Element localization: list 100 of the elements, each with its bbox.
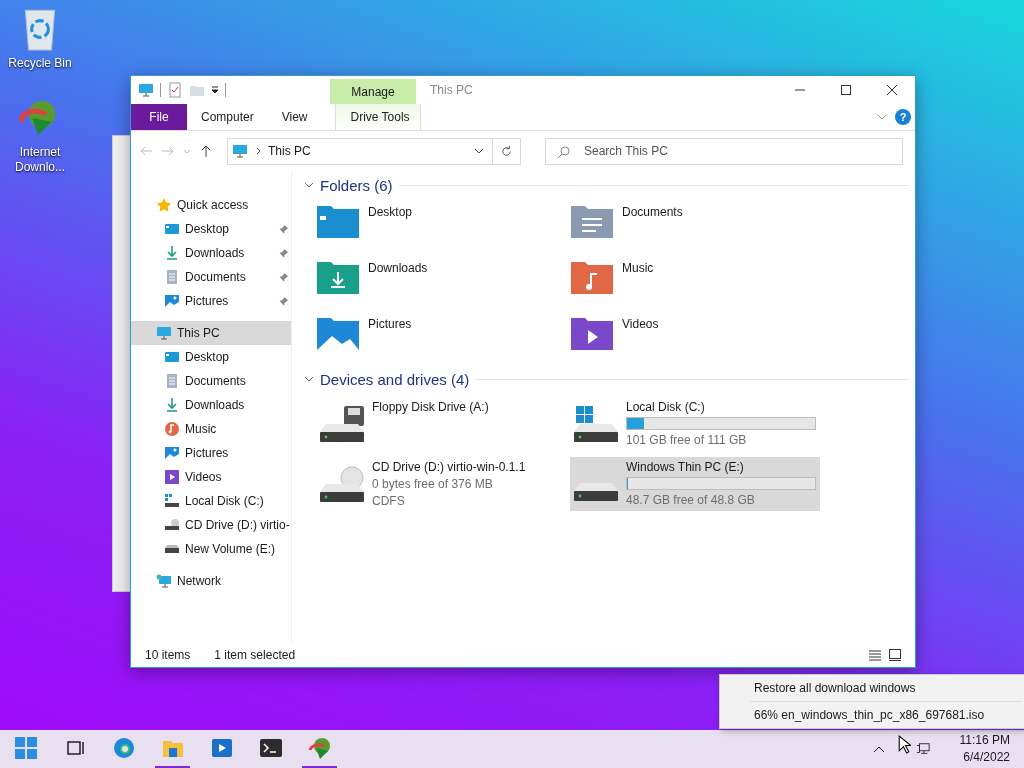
floppy-drive-icon [318,404,366,444]
nav-item[interactable]: Local Disk (C:) [131,489,291,513]
nav-item[interactable]: Pictures [131,289,291,313]
document-icon [164,269,180,285]
folder-item[interactable]: Desktop [316,203,570,241]
nav-item[interactable]: Downloads [131,241,291,265]
cd-drive-icon [318,464,366,504]
menu-item[interactable]: 66% en_windows_thin_pc_x86_697681.iso [720,704,1024,726]
item-count: 10 items [145,648,191,662]
folder-item[interactable]: Videos [570,315,824,353]
monitor-icon [138,82,154,98]
selection-count: 1 item selected [214,648,296,662]
drive-name: Floppy Disk Drive (A:) [372,400,490,414]
window-title: This PC [430,83,473,97]
nav-item[interactable]: CD Drive (D:) virtio- [131,513,291,537]
nav-item[interactable]: Desktop [131,345,291,369]
chevron-down-icon[interactable] [877,112,887,122]
music-note-icon [164,421,180,437]
nav-item[interactable]: Pictures [131,441,291,465]
nav-item[interactable]: Documents [131,265,291,289]
section-header[interactable]: Devices and drives (4) [320,370,470,388]
free-space-text: 101 GB free of 111 GB [626,433,748,447]
details-view-icon[interactable] [869,649,881,661]
folder-name: Documents [622,204,683,219]
windows-disk-icon [572,404,620,444]
nav-item[interactable]: New Volume (E:) [131,537,291,561]
nav-item[interactable]: Desktop [131,217,291,241]
folder-name: Videos [622,316,659,331]
file-tab[interactable]: File [131,104,187,130]
up-arrow-icon[interactable] [199,144,213,158]
browser-icon [111,736,136,760]
ribbon-tab[interactable]: View [267,104,322,130]
nav-item[interactable]: Documents [131,369,291,393]
star-icon [156,197,172,213]
network-icon[interactable] [915,742,930,756]
folder-name: Music [622,260,654,275]
disk-icon [164,493,180,509]
video-icon [164,469,180,485]
drive-item[interactable]: CD Drive (D:) virtio-win-0.1.1 0 bytes free of 376 MB CDFS [316,457,566,511]
folder-item[interactable]: Documents [570,203,824,241]
drive-item[interactable]: Floppy Disk Drive (A:) [316,397,566,451]
nav-item[interactable]: Music [131,417,291,441]
picture-icon [164,445,180,461]
folder-item[interactable]: Pictures [316,315,570,353]
date-text: 6/4/2022 [963,749,1010,766]
search-icon [557,144,571,159]
monitor-icon [232,143,248,159]
drive-item[interactable]: Windows Thin PC (E:) 48.7 GB free of 48.8 GB [570,457,820,511]
chevron-down-icon[interactable] [304,374,314,384]
dropdown-caret-icon[interactable] [474,146,484,156]
nav-item[interactable]: Quick access [131,193,291,217]
folder-name: Pictures [368,316,412,331]
folder-item[interactable]: Music [570,259,824,297]
time-text: 11:16 PM [959,732,1010,749]
drive-name: Local Disk (C:) [626,400,706,414]
drive-item[interactable]: Local Disk (C:) 101 GB free of 111 GB [570,397,820,451]
monitor-icon [156,325,172,341]
section-header[interactable]: Folders (6) [320,176,393,194]
download-arrow-icon [164,397,180,413]
free-space-text: 48.7 GB free of 48.8 GB [626,493,756,507]
desktop-icon-label: Internet Downlo... [14,145,66,175]
pin-icon [278,223,289,235]
folder-name: Downloads [368,260,428,275]
disk-icon [572,482,620,502]
large-icons-view-icon[interactable] [889,649,901,661]
document-icon [164,373,180,389]
nav-item[interactable]: Network [131,569,291,593]
cd-drive-icon [164,517,180,533]
ribbon-tab[interactable]: Drive Tools [335,104,422,130]
picture-icon [164,293,180,309]
menu-item[interactable]: Restore all download windows [720,677,1024,699]
nav-item[interactable]: Videos [131,465,291,489]
nav-item[interactable]: Downloads [131,393,291,417]
address-bar[interactable]: This PC [227,137,493,165]
chevron-down-icon[interactable] [304,180,314,190]
ribbon-tab[interactable]: Computer [187,104,268,130]
close-icon[interactable] [887,85,897,95]
terminal-icon [258,736,283,760]
folder-item[interactable]: Downloads [316,259,570,297]
nav-item[interactable]: This PC [131,321,291,345]
start-icon [13,736,38,760]
help-button[interactable]: ? [895,109,911,125]
clock[interactable]: 11:16 PM 6/4/2022 [959,732,1024,766]
address-text: This PC [268,144,311,158]
mouse-cursor-icon [898,735,911,754]
free-space-text: 0 bytes free of 376 MB [372,477,494,491]
drive-name: Windows Thin PC (E:) [626,460,745,474]
pin-icon [278,271,289,283]
drive-name: CD Drive (D:) virtio-win-0.1.1 [372,460,527,474]
contextual-tab-header: Manage [330,79,416,104]
properties-icon[interactable] [167,82,183,98]
breadcrumb-chevron-icon [254,147,262,155]
maximize-icon[interactable] [841,85,851,95]
globe-arrow-icon [307,736,332,760]
search-field[interactable]: Search This PC [545,137,903,165]
download-arrow-icon [164,245,180,261]
desktop-icon-label: Recycle Bin [8,56,72,71]
pin-icon [278,295,289,307]
folder-icon [316,315,360,351]
customize-caret-icon[interactable] [211,86,219,94]
